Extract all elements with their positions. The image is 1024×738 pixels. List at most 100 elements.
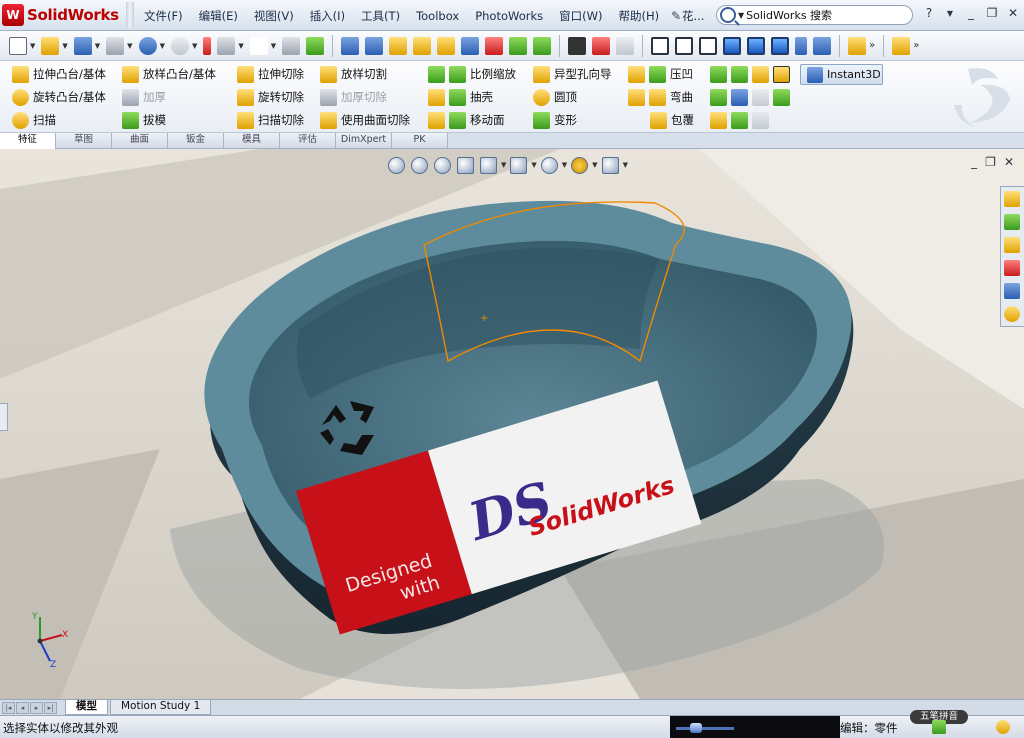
- view-orientation-icon[interactable]: [480, 156, 497, 174]
- viewport-minimize-button[interactable]: _: [971, 155, 977, 169]
- revolved-boss-button[interactable]: 旋转凸台/基体: [12, 87, 106, 107]
- wrap-button[interactable]: 包覆: [650, 110, 694, 130]
- extruded-cut-button[interactable]: 拉伸切除: [237, 64, 304, 84]
- chevron-down-icon[interactable]: ▼: [192, 42, 197, 50]
- tp-design-library[interactable]: [1001, 211, 1023, 233]
- minimize-button[interactable]: _: [964, 6, 978, 20]
- previous-tab-button[interactable]: ◂: [16, 701, 29, 714]
- sum-icon[interactable]: [461, 36, 480, 55]
- tab-features[interactable]: 特征: [0, 133, 56, 149]
- mirror-icon[interactable]: [752, 65, 769, 83]
- deform-button[interactable]: 变形: [533, 110, 577, 130]
- chevron-down-icon[interactable]: ▼: [738, 11, 744, 20]
- tab-pk[interactable]: PK: [392, 133, 448, 148]
- surface-cut-button[interactable]: 使用曲面切除: [320, 110, 410, 130]
- restore-button[interactable]: ❐: [985, 6, 999, 20]
- menu-tools[interactable]: 工具(T): [353, 8, 408, 24]
- tp-resources[interactable]: [1001, 188, 1023, 210]
- app-logo[interactable]: W SolidWorks: [2, 3, 119, 27]
- menu-help[interactable]: 帮助(H): [610, 8, 667, 24]
- chevron-down-icon[interactable]: ▼: [30, 42, 35, 50]
- revolved-cut-button[interactable]: 旋转切除: [237, 87, 304, 107]
- print-icon[interactable]: [106, 36, 125, 55]
- view-hidden-lines-removed-icon[interactable]: [699, 36, 718, 55]
- menu-file[interactable]: 文件(F): [136, 8, 191, 24]
- section-view-icon[interactable]: [457, 156, 474, 174]
- deviation-icon[interactable]: [533, 36, 552, 55]
- document-name[interactable]: 花...: [682, 8, 704, 24]
- tag-icon[interactable]: [996, 720, 1010, 734]
- tab-dimxpert[interactable]: DimXpert: [336, 133, 392, 148]
- chevron-down-icon[interactable]: ▼: [501, 161, 506, 169]
- tp-file-explorer[interactable]: [1001, 234, 1023, 256]
- tab-motion-study-1[interactable]: Motion Study 1: [110, 700, 212, 715]
- move-face-button[interactable]: 移动面: [428, 110, 505, 130]
- photoworks-render-icon[interactable]: [592, 36, 611, 55]
- circular-pattern-icon[interactable]: [731, 65, 748, 83]
- slider-knob[interactable]: [690, 723, 702, 733]
- tab-sheet-metal[interactable]: 钣金: [168, 133, 224, 148]
- lofted-boss-button[interactable]: 放样凸台/基体: [122, 64, 216, 84]
- search-input[interactable]: [746, 8, 907, 22]
- pan-view-icon[interactable]: [813, 36, 832, 55]
- new-document-icon[interactable]: [9, 36, 27, 55]
- view-hidden-lines-visible-icon[interactable]: [675, 36, 694, 55]
- section-properties-icon[interactable]: [413, 36, 432, 55]
- menu-view[interactable]: 视图(V): [246, 8, 302, 24]
- chevron-down-icon[interactable]: ▼: [271, 42, 276, 50]
- undo-icon[interactable]: [138, 36, 157, 55]
- view-shaded-edges-icon[interactable]: [723, 36, 742, 55]
- draw-pen-icon[interactable]: [848, 36, 867, 55]
- view-shadows-icon[interactable]: [771, 36, 790, 55]
- geometry-analysis-icon[interactable]: [485, 36, 504, 55]
- last-tab-button[interactable]: ▸|: [44, 701, 57, 714]
- tab-surfaces[interactable]: 曲面: [112, 133, 168, 148]
- extruded-boss-button[interactable]: 拉伸凸台/基体: [12, 64, 106, 84]
- model-scene[interactable]: + Designed with DS SolidWorks: [0, 149, 1024, 699]
- rotate-view-icon[interactable]: [795, 36, 808, 55]
- search-icon[interactable]: [720, 7, 736, 23]
- chevron-down-icon[interactable]: ▼: [127, 42, 132, 50]
- curve-pattern-icon[interactable]: [710, 88, 727, 106]
- viewport-close-button[interactable]: ✕: [1004, 155, 1014, 169]
- instant3d-button[interactable]: Instant3D: [800, 64, 883, 85]
- zoom-to-area-icon[interactable]: [411, 156, 428, 174]
- hide-show-items-icon[interactable]: [540, 156, 558, 174]
- chevron-down-icon[interactable]: ▼: [562, 161, 567, 169]
- options-icon[interactable]: [306, 36, 325, 55]
- help-button[interactable]: ?: [922, 6, 936, 20]
- graphics-area[interactable]: + Designed with DS SolidWorks ▼ ▼ ▼ ▼ ▼ …: [0, 149, 1024, 699]
- shell-button[interactable]: 抽壳: [428, 87, 493, 107]
- table-pattern-icon[interactable]: [731, 111, 748, 129]
- tp-appearances[interactable]: [1001, 303, 1023, 325]
- check-icon[interactable]: [437, 36, 456, 55]
- mass-properties-icon[interactable]: [389, 36, 408, 55]
- hole-wizard-button[interactable]: 异型孔向导: [533, 64, 612, 84]
- search-box[interactable]: ▼: [716, 5, 913, 25]
- menu-window[interactable]: 窗口(W): [551, 8, 610, 24]
- menu-insert[interactable]: 插入(I): [302, 8, 353, 24]
- chevron-more-icon[interactable]: »: [869, 40, 875, 51]
- open-folder-icon[interactable]: [41, 36, 60, 55]
- select-pointer-icon[interactable]: [249, 36, 268, 55]
- display-style-icon[interactable]: [510, 156, 528, 174]
- tab-model[interactable]: 模型: [65, 700, 108, 715]
- properties-icon[interactable]: [282, 36, 301, 55]
- viewport-restore-button[interactable]: ❐: [985, 155, 996, 169]
- tab-evaluate[interactable]: 评估: [280, 133, 336, 148]
- sketch-pattern-icon[interactable]: [731, 88, 748, 106]
- next-tab-button[interactable]: ▸: [30, 701, 43, 714]
- sweep-button[interactable]: 扫描: [12, 110, 56, 130]
- chevron-down-icon[interactable]: ▼: [95, 42, 100, 50]
- swept-cut-button[interactable]: 扫描切除: [237, 110, 304, 130]
- dome-button[interactable]: 圆顶: [533, 87, 577, 107]
- edit-appearance-icon[interactable]: [571, 156, 589, 174]
- move-copy-icon[interactable]: [773, 88, 790, 106]
- scale-button[interactable]: 比例缩放: [428, 64, 516, 84]
- flex-button[interactable]: 弯曲: [628, 87, 693, 107]
- delete-body-icon[interactable]: [773, 65, 790, 83]
- tp-search[interactable]: [1001, 257, 1023, 279]
- indent-button[interactable]: 压凹: [628, 64, 693, 84]
- save-icon[interactable]: [73, 36, 92, 55]
- view-wireframe-icon[interactable]: [651, 36, 670, 55]
